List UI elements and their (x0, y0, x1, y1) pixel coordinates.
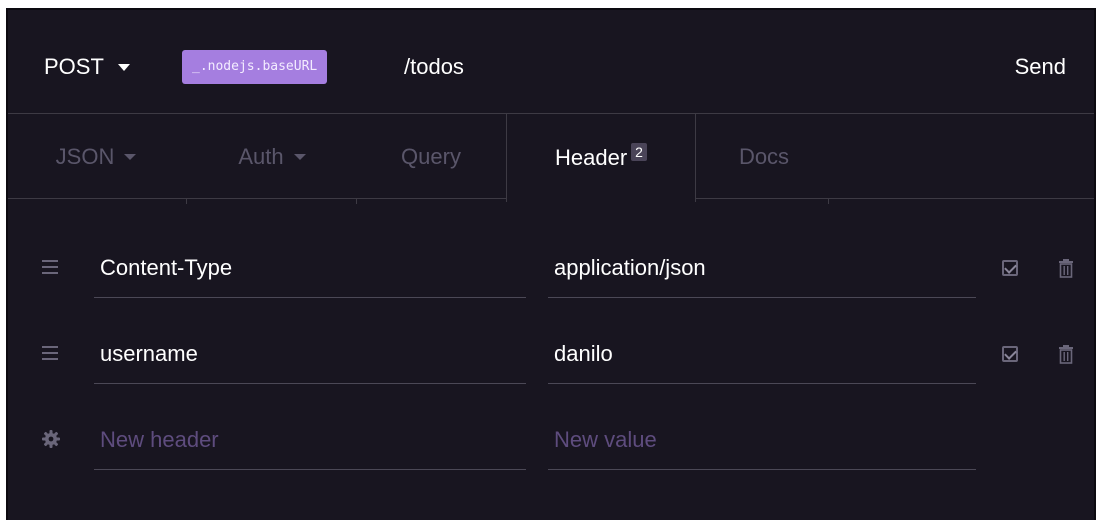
env-variable-tag[interactable]: _.nodejs.baseURL (182, 50, 328, 84)
header-name: username (100, 340, 198, 366)
tab-auth[interactable]: Auth (188, 114, 356, 200)
tab-separator (186, 198, 187, 204)
header-name-field[interactable]: username (94, 324, 526, 384)
checkbox-checked-icon[interactable] (1002, 260, 1018, 276)
tab-label: Query (401, 144, 461, 169)
tab-separator (356, 198, 357, 204)
header-name: Content-Type (100, 254, 233, 280)
header-name-field[interactable]: Content-Type (94, 238, 526, 298)
new-header-input[interactable] (100, 426, 526, 453)
tab-bar: JSON Auth Query Header 2 Docs (8, 114, 1094, 204)
url-bar: POST _.nodejs.baseURL /todos Send (8, 10, 1094, 114)
method-label: POST (44, 54, 104, 79)
tab-header[interactable]: Header 2 (506, 114, 696, 202)
tab-label: Header (555, 145, 628, 170)
caret-down-icon (293, 154, 306, 160)
drag-handle-icon[interactable] (42, 260, 58, 274)
tab-json[interactable]: JSON (8, 114, 184, 200)
trash-icon[interactable] (1058, 345, 1074, 364)
header-count-badge: 2 (631, 143, 647, 161)
tab-docs[interactable]: Docs (698, 114, 830, 200)
tab-query[interactable]: Query (358, 114, 504, 200)
tab-label: JSON (55, 144, 115, 169)
send-button[interactable]: Send (1015, 54, 1066, 80)
tab-label: Auth (238, 144, 284, 169)
new-value-input[interactable] (554, 426, 976, 453)
trash-icon[interactable] (1058, 259, 1074, 278)
checkbox-checked-icon[interactable] (1002, 346, 1018, 362)
header-value-field[interactable]: application/json (548, 238, 976, 298)
tab-separator (828, 198, 829, 204)
header-value-field[interactable]: danilo (548, 324, 976, 384)
header-value: application/json (554, 254, 706, 280)
new-header-row (8, 410, 1094, 470)
new-header-value-field[interactable] (548, 410, 976, 470)
url-path[interactable]: /todos (404, 54, 464, 80)
method-dropdown[interactable]: POST (44, 54, 130, 80)
caret-down-icon (124, 154, 137, 160)
request-panel: POST _.nodejs.baseURL /todos Send JSON A… (6, 8, 1096, 520)
tab-label: Docs (738, 144, 790, 169)
header-value: danilo (554, 340, 613, 366)
header-row: username danilo (8, 324, 1094, 384)
gear-icon[interactable] (42, 430, 60, 448)
caret-down-icon (117, 63, 130, 71)
drag-handle-icon[interactable] (42, 346, 58, 360)
new-header-name-field[interactable] (94, 410, 526, 470)
header-row: Content-Type application/json (8, 238, 1094, 298)
